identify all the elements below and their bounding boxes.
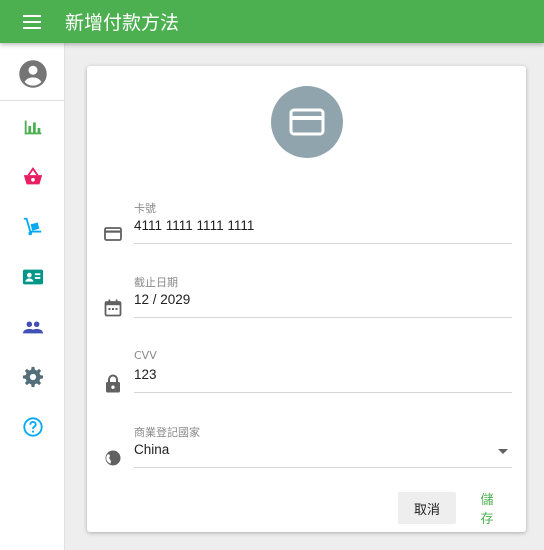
sidebar-item-contacts[interactable] (0, 257, 65, 297)
help-icon (22, 417, 43, 437)
cancel-button[interactable]: 取消 (398, 492, 456, 524)
people-icon (22, 321, 43, 334)
card-number-underline (134, 243, 512, 244)
sidebar-item-orders[interactable] (0, 157, 65, 197)
country-underline (134, 467, 512, 468)
cvv-input[interactable] (134, 367, 512, 382)
expiry-input[interactable] (134, 292, 512, 307)
app-bar: 新增付款方法 (0, 0, 544, 43)
cvv-underline (134, 392, 512, 393)
sidebar-item-shipping[interactable] (0, 207, 65, 247)
globe-icon (101, 446, 125, 470)
calendar-icon (101, 296, 125, 320)
sidebar-item-customers[interactable] (0, 307, 65, 347)
country-label: 商業登記國家 (134, 426, 200, 439)
page-title: 新增付款方法 (65, 12, 180, 34)
save-button[interactable]: 儲存 (462, 492, 512, 527)
card-number-field: 卡號 (87, 200, 526, 260)
hand-truck-icon (23, 217, 41, 236)
card-number-label: 卡號 (134, 202, 156, 215)
expiry-label: 截止日期 (134, 276, 178, 289)
payment-method-card: 卡號 截止日期 CVV (87, 66, 526, 532)
credit-card-icon (101, 222, 125, 246)
settings-icon (22, 366, 43, 388)
cvv-label: CVV (134, 349, 157, 362)
lock-icon (101, 371, 125, 395)
bar-chart-icon (24, 120, 41, 135)
cvv-field: CVV (87, 349, 526, 409)
card-actions: 取消 儲存 (398, 492, 512, 527)
shopping-basket-icon (23, 167, 42, 185)
contact-card-icon (22, 269, 43, 285)
card-number-input[interactable] (134, 218, 512, 233)
sidebar-item-analytics[interactable] (0, 107, 65, 147)
chevron-down-icon[interactable] (498, 449, 508, 454)
credit-card-icon (289, 108, 325, 136)
sidebar (0, 43, 65, 550)
expiry-field: 截止日期 (87, 274, 526, 334)
menu-icon (23, 14, 41, 29)
card-avatar (271, 86, 343, 158)
account-circle-icon (18, 60, 47, 88)
country-select[interactable]: China (134, 442, 512, 457)
sidebar-divider (0, 100, 64, 101)
menu-button[interactable] (0, 0, 64, 43)
sidebar-item-settings[interactable] (0, 357, 65, 397)
expiry-underline (134, 317, 512, 318)
sidebar-item-help[interactable] (0, 407, 65, 447)
country-field: 商業登記國家 China (87, 424, 526, 484)
account-avatar[interactable] (0, 52, 65, 96)
